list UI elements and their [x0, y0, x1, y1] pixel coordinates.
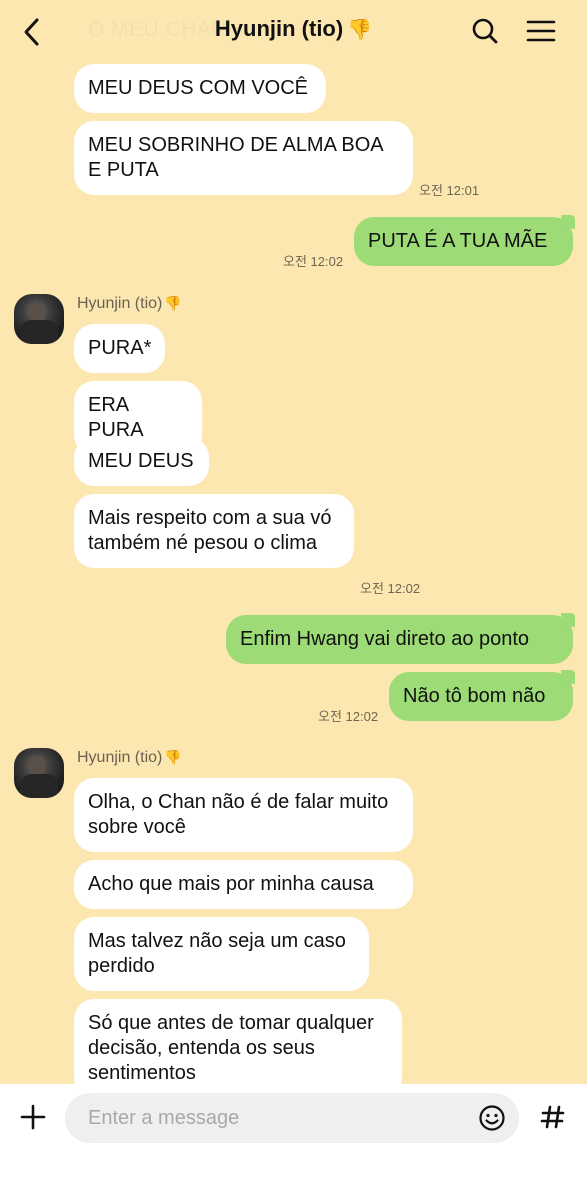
message-bubble[interactable]: Mais respeito com a sua vó também né pes…	[74, 494, 354, 568]
message-text: Mais respeito com a sua vó também né pes…	[88, 507, 332, 554]
message-time: 오전 12:01	[419, 183, 480, 198]
message-input-container	[65, 1093, 519, 1143]
message-time: 오전 12:02	[360, 581, 421, 596]
message-bubble-outgoing[interactable]: Não tô bom não	[389, 670, 575, 721]
search-icon	[472, 18, 498, 44]
thumbs-down-emoji: 👎	[164, 295, 182, 311]
thumbs-down-emoji: 👎	[347, 19, 373, 41]
message-bubble-outgoing[interactable]: Enfim Hwang vai direto ao ponto	[226, 613, 575, 664]
message-text: Mas talvez não seja um caso perdido	[88, 930, 346, 977]
message-text: PURA*	[88, 337, 152, 359]
plus-icon	[20, 1104, 46, 1130]
thumbs-down-emoji: 👎	[164, 749, 182, 765]
message-composer	[0, 1084, 587, 1200]
message-bubble[interactable]: MEU DEUS	[74, 437, 209, 486]
message-bubble[interactable]: MEU SOBRINHO DE ALMA BOA E PUTA	[74, 121, 413, 195]
search-button[interactable]	[468, 14, 502, 48]
sender-name: Hyunjin (tio) 👎	[77, 749, 182, 766]
message-text: Acho que mais por minha causa	[88, 873, 374, 895]
message-text: Olha, o Chan não é de falar muito sobre …	[88, 791, 389, 838]
message-text: MEU DEUS	[88, 450, 194, 472]
message-text: ERA PURA	[88, 394, 144, 441]
message-bubble[interactable]: Mas talvez não seja um caso perdido	[74, 917, 369, 991]
message-bubble[interactable]: MEU DEUS COM VOCÊ	[74, 64, 326, 113]
message-time: 오전 12:02	[283, 254, 344, 269]
chat-header: O MEU CHAN Hyunjin (tio) 👎	[0, 0, 587, 64]
message-text: MEU DEUS COM VOCÊ	[88, 77, 309, 99]
menu-button[interactable]	[523, 14, 559, 48]
message-text: Não tô bom não	[403, 685, 546, 707]
message-input[interactable]	[65, 1093, 478, 1143]
message-bubble[interactable]: Acho que mais por minha causa	[74, 860, 413, 909]
hamburger-menu-icon	[526, 20, 556, 42]
emoji-button[interactable]	[477, 1103, 507, 1133]
sender-name: Hyunjin (tio) 👎	[77, 295, 182, 312]
message-bubble[interactable]: Só que antes de tomar qualquer decisão, …	[74, 999, 402, 1084]
attach-button[interactable]	[14, 1098, 52, 1136]
message-text: Só que antes de tomar qualquer decisão, …	[88, 1012, 374, 1084]
message-text: PUTA É A TUA MÃE	[368, 230, 548, 252]
message-bubble[interactable]: Olha, o Chan não é de falar muito sobre …	[74, 778, 413, 852]
message-text: MEU SOBRINHO DE ALMA BOA E PUTA	[88, 134, 383, 181]
sender-avatar[interactable]	[14, 294, 64, 344]
message-time: 오전 12:02	[318, 709, 379, 724]
emoji-icon	[479, 1105, 505, 1131]
hashtag-icon	[540, 1105, 565, 1129]
sender-avatar[interactable]	[14, 748, 64, 798]
hashtag-button[interactable]	[533, 1097, 573, 1137]
message-list[interactable]: MEU DEUS COM VOCÊ MEU SOBRINHO DE ALMA B…	[0, 0, 587, 1084]
message-bubble[interactable]: PURA*	[74, 324, 165, 373]
message-text: Enfim Hwang vai direto ao ponto	[240, 628, 530, 650]
message-bubble-outgoing[interactable]: PUTA É A TUA MÃE	[354, 215, 575, 266]
